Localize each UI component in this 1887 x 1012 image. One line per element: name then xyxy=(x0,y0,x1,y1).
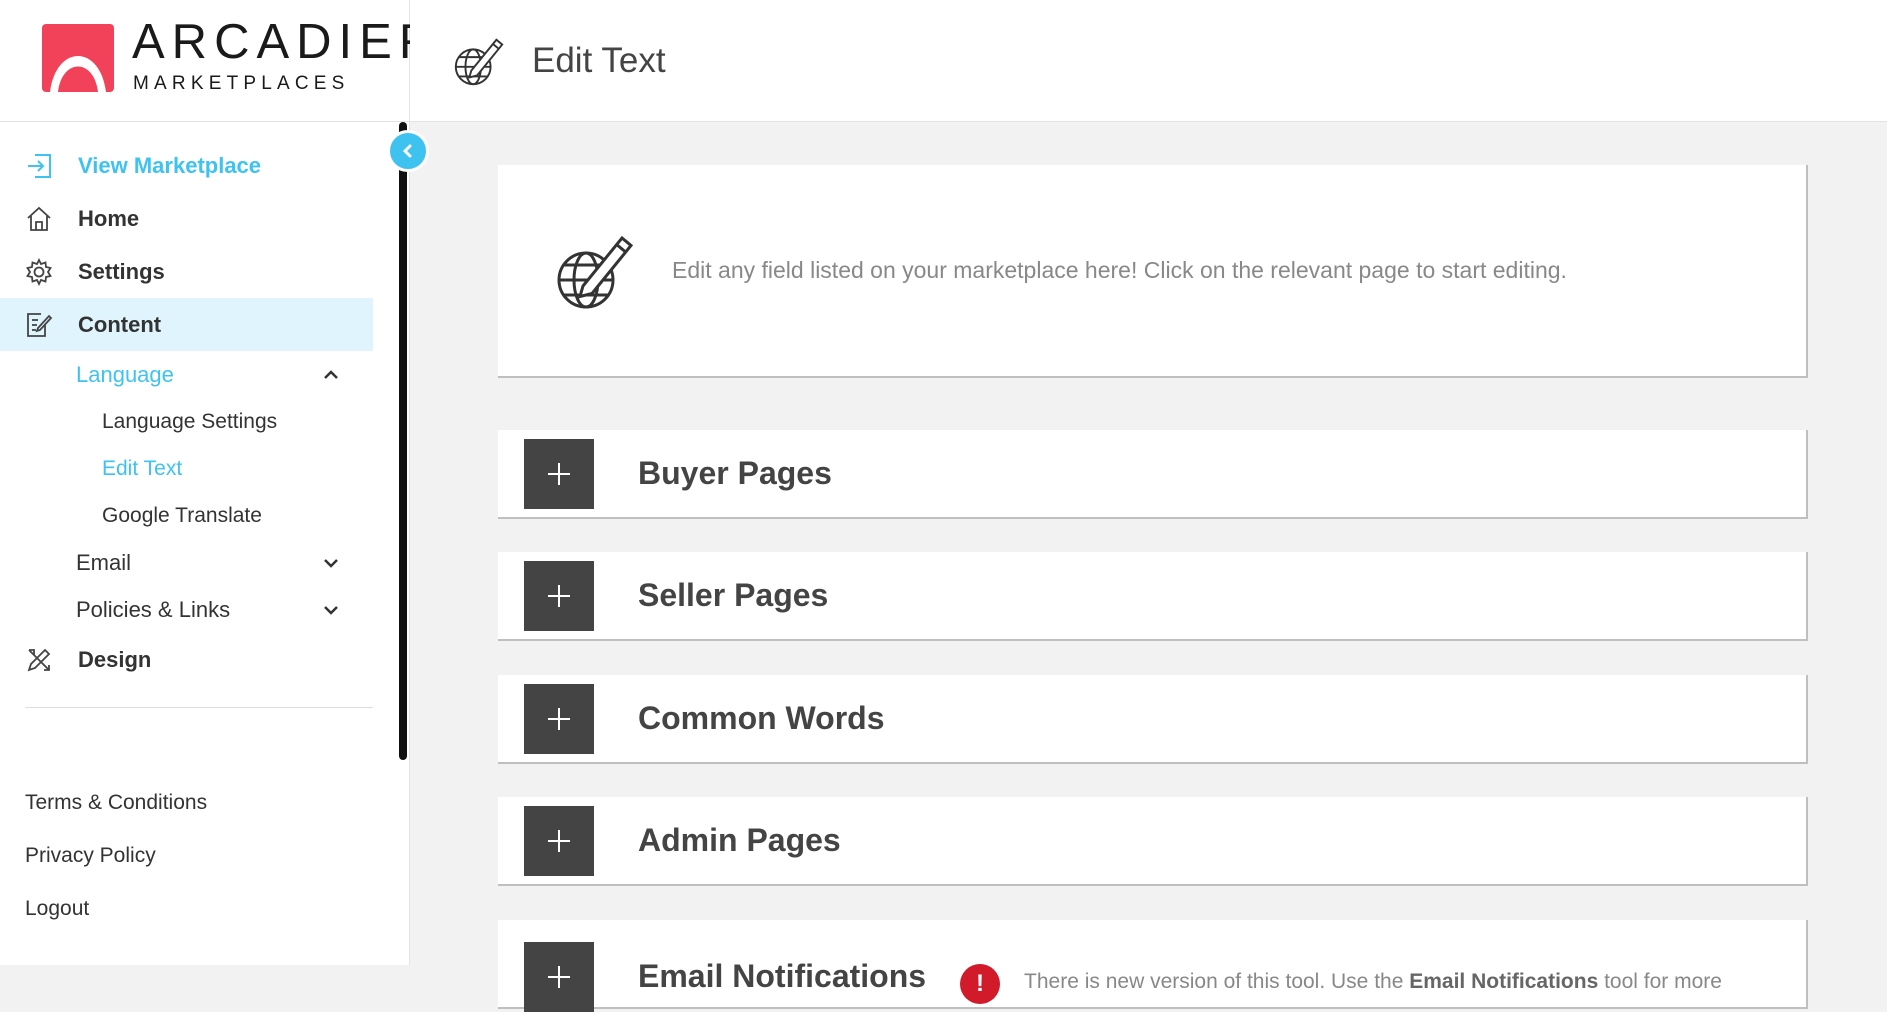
sidebar-scrollbar[interactable] xyxy=(399,122,407,760)
plus-icon xyxy=(548,707,570,730)
section-title: Buyer Pages xyxy=(638,455,832,491)
globe-pencil-icon xyxy=(557,235,634,308)
nav-language-label: Language xyxy=(76,361,174,387)
page-title: Edit Text xyxy=(532,40,666,80)
chevron-down-icon xyxy=(324,558,338,568)
sidebar-divider xyxy=(25,707,373,708)
sidebar-footer: Terms & Conditions Privacy Policy Logout xyxy=(25,776,207,935)
home-icon xyxy=(24,204,54,234)
nav-settings[interactable]: Settings xyxy=(0,245,373,298)
section-title: Email Notifications xyxy=(638,958,927,994)
nav-email-label: Email xyxy=(76,549,132,575)
brand-name: ARCADIER xyxy=(132,15,442,69)
nav-policies-label: Policies & Links xyxy=(76,596,231,622)
gear-icon xyxy=(24,257,54,287)
nav-home[interactable]: Home xyxy=(0,192,373,245)
nav-label: View Marketplace xyxy=(78,152,262,178)
nav-content[interactable]: Content xyxy=(0,298,373,351)
privacy-link[interactable]: Privacy Policy xyxy=(25,829,207,882)
edit-document-icon xyxy=(24,310,54,340)
plus-icon xyxy=(548,584,570,607)
notice-post: tool for more xyxy=(1598,970,1722,993)
expand-button[interactable] xyxy=(524,942,594,1012)
main-nav: View Marketplace Home Settings Content L… xyxy=(0,139,373,686)
nav-google-translate[interactable]: Google Translate xyxy=(0,492,373,539)
nav-label: Home xyxy=(78,205,140,231)
sidebar: ARCADIER MARKETPLACES View Marketplace H… xyxy=(0,0,434,965)
logout-link[interactable]: Logout xyxy=(25,882,207,935)
nav-design[interactable]: Design xyxy=(0,633,373,686)
nav-policies[interactable]: Policies & Links xyxy=(0,586,373,633)
nav-language[interactable]: Language xyxy=(0,351,373,398)
expand-button[interactable] xyxy=(524,805,594,876)
terms-link[interactable]: Terms & Conditions xyxy=(25,776,207,829)
alert-icon: ! xyxy=(960,964,1001,1004)
nav-email[interactable]: Email xyxy=(0,539,373,586)
section-seller-pages[interactable]: Seller Pages xyxy=(498,552,1808,641)
plus-icon xyxy=(548,462,570,485)
nav-label: Content xyxy=(78,311,162,337)
enter-icon xyxy=(24,151,54,181)
page-header: Edit Text xyxy=(410,0,1887,122)
section-title: Admin Pages xyxy=(638,822,841,858)
section-common-words[interactable]: Common Words xyxy=(498,675,1808,764)
chevron-down-icon xyxy=(324,605,338,615)
nav-edit-text[interactable]: Edit Text xyxy=(0,445,373,492)
logo[interactable]: ARCADIER MARKETPLACES xyxy=(0,0,434,122)
section-admin-pages[interactable]: Admin Pages xyxy=(498,797,1808,886)
brand-tagline: MARKETPLACES xyxy=(133,73,350,94)
collapse-sidebar-button[interactable] xyxy=(387,130,429,172)
notice-pre: There is new version of this tool. Use t… xyxy=(1024,970,1410,993)
intro-text: Edit any field listed on your marketplac… xyxy=(672,257,1567,283)
expand-button[interactable] xyxy=(524,438,594,509)
section-title: Seller Pages xyxy=(638,577,829,613)
section-buyer-pages[interactable]: Buyer Pages xyxy=(498,430,1808,519)
intro-panel: Edit any field listed on your marketplac… xyxy=(498,165,1808,378)
notice-link[interactable]: Email Notifications xyxy=(1409,970,1598,993)
nav-view-marketplace[interactable]: View Marketplace xyxy=(0,139,373,192)
nav-label: Design xyxy=(78,646,152,672)
expand-button[interactable] xyxy=(524,683,594,754)
plus-icon xyxy=(548,829,570,852)
expand-button[interactable] xyxy=(524,560,594,631)
nav-label: Settings xyxy=(78,258,165,284)
globe-pencil-icon xyxy=(454,37,504,85)
pencil-ruler-icon xyxy=(24,645,54,675)
chevron-up-icon xyxy=(324,369,338,379)
nav-language-settings[interactable]: Language Settings xyxy=(0,398,373,445)
notice-text: There is new version of this tool. Use t… xyxy=(1024,970,1722,994)
arcadier-logo-mark xyxy=(42,24,114,92)
section-title: Common Words xyxy=(638,700,885,736)
plus-icon xyxy=(548,966,570,988)
chevron-left-icon xyxy=(402,144,412,158)
